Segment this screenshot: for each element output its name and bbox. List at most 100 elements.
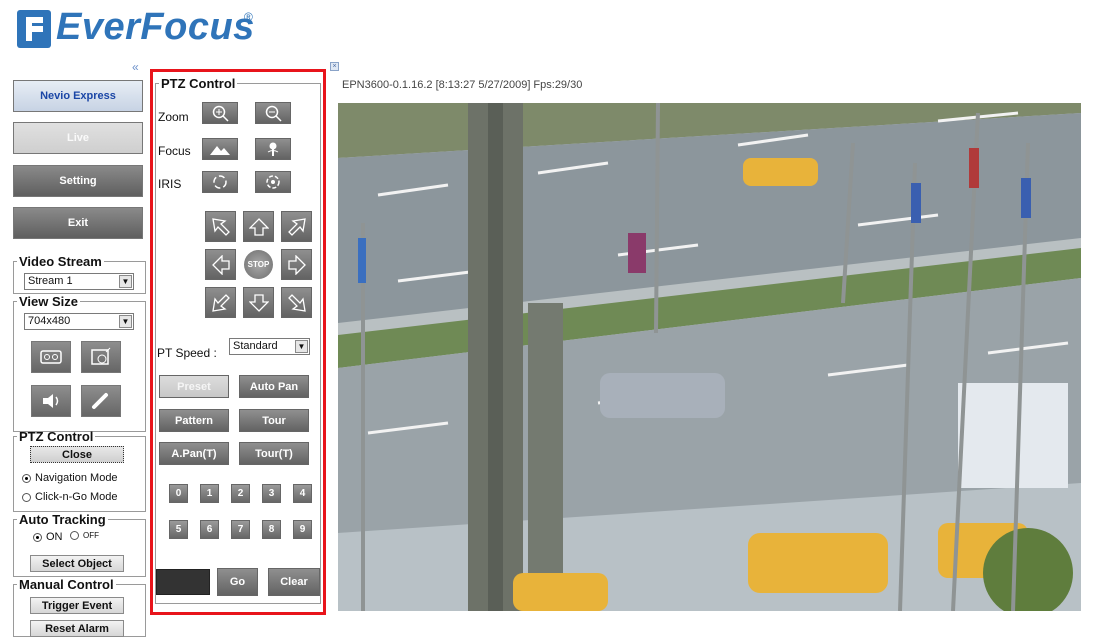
zoom-out-icon (265, 105, 282, 122)
video-stream-select[interactable]: Stream 1 ▼ (24, 273, 134, 290)
focus-far-icon (210, 146, 230, 155)
exit-button[interactable]: Exit (13, 207, 143, 239)
brand-name: EverFocus (56, 6, 255, 48)
tilt-up-button[interactable] (243, 211, 274, 242)
live-button[interactable]: Live (13, 122, 143, 154)
pan-down-left-button[interactable] (205, 287, 236, 318)
preset-number-button[interactable]: 1 (200, 484, 219, 503)
auto-tracking-on-option[interactable]: ON (33, 531, 63, 543)
arrow-right-icon (287, 254, 306, 275)
preset-number-button[interactable]: 4 (293, 484, 312, 503)
iris-close-icon (266, 175, 280, 189)
chevron-down-icon: ▼ (119, 275, 132, 288)
zoom-in-button[interactable] (202, 102, 238, 124)
microphone-button[interactable] (81, 385, 121, 417)
manual-control-legend: Manual Control (19, 577, 114, 592)
video-stream-value: Stream 1 (28, 275, 73, 287)
snapshot-icon (91, 347, 111, 365)
ptz-control-panel: PTZ Control Zoom Focus IRIS STOP PT Spee… (150, 69, 326, 615)
iris-close-button[interactable] (255, 171, 291, 193)
everfocus-logo-icon (17, 10, 51, 48)
ptz-control-legend: PTZ Control (19, 429, 94, 444)
navigation-mode-option[interactable]: Navigation Mode (22, 472, 118, 484)
arrow-up-left-icon (211, 217, 230, 236)
preset-number-button[interactable]: 0 (169, 484, 188, 503)
chevron-down-icon: ▼ (119, 315, 132, 328)
auto-tracking-on-label: ON (46, 531, 63, 543)
a-pan-t-button[interactable]: A.Pan(T) (159, 442, 229, 465)
view-size-value: 704x480 (28, 315, 71, 327)
auto-tracking-off-option[interactable]: OFF (70, 531, 99, 540)
tour-t-button[interactable]: Tour(T) (239, 442, 309, 465)
click-n-go-mode-label: Click-n-Go Mode (35, 491, 118, 503)
preset-number-button[interactable]: 6 (200, 520, 219, 539)
street-scene-image (338, 103, 1081, 611)
pan-right-button[interactable] (281, 249, 312, 280)
setting-button[interactable]: Setting (13, 165, 143, 197)
ptz-close-button[interactable]: Close (30, 446, 124, 463)
zoom-in-icon (212, 105, 229, 122)
zoom-out-button[interactable] (255, 102, 291, 124)
tour-button[interactable]: Tour (239, 409, 309, 432)
auto-tracking-legend: Auto Tracking (19, 512, 106, 527)
arrow-up-icon (248, 217, 269, 236)
arrow-down-left-icon (211, 293, 230, 312)
video-stream-legend: Video Stream (19, 254, 102, 269)
record-icon (40, 350, 62, 364)
click-n-go-mode-radio[interactable] (22, 492, 31, 502)
close-panel-icon[interactable]: × (330, 62, 339, 71)
pt-speed-select[interactable]: Standard ▼ (229, 338, 310, 355)
live-video-feed[interactable] (338, 103, 1081, 611)
arrow-down-right-icon (287, 293, 306, 312)
select-object-button[interactable]: Select Object (30, 555, 124, 572)
zoom-label: Zoom (158, 110, 189, 124)
preset-button[interactable]: Preset (159, 375, 229, 398)
navigation-mode-radio[interactable] (22, 473, 31, 483)
auto-tracking-off-label: OFF (83, 531, 99, 540)
trigger-event-button[interactable]: Trigger Event (30, 597, 124, 614)
speaker-button[interactable] (31, 385, 71, 417)
video-status-text: EPN3600-0.1.16.2 [8:13:27 5/27/2009] Fps… (342, 79, 583, 91)
preset-number-input[interactable] (156, 569, 210, 595)
reset-alarm-button[interactable]: Reset Alarm (30, 620, 124, 637)
nevio-express-button[interactable]: Nevio Express (13, 80, 143, 112)
collapse-sidebar-icon[interactable]: « (132, 60, 139, 74)
focus-near-icon (267, 142, 279, 156)
pt-speed-value: Standard (233, 340, 278, 352)
pan-up-right-button[interactable] (281, 211, 312, 242)
iris-open-button[interactable] (202, 171, 238, 193)
pan-left-button[interactable] (205, 249, 236, 280)
preset-number-button[interactable]: 2 (231, 484, 250, 503)
go-button[interactable]: Go (217, 568, 258, 596)
record-button[interactable] (31, 341, 71, 373)
stop-button[interactable]: STOP (244, 250, 273, 279)
tilt-down-button[interactable] (243, 287, 274, 318)
preset-number-button[interactable]: 5 (169, 520, 188, 539)
view-size-legend: View Size (19, 294, 79, 309)
auto-tracking-off-radio[interactable] (70, 531, 79, 540)
preset-number-button[interactable]: 3 (262, 484, 281, 503)
chevron-down-icon: ▼ (295, 340, 308, 353)
speaker-icon (43, 394, 59, 408)
iris-open-icon (213, 175, 227, 189)
preset-number-button[interactable]: 7 (231, 520, 250, 539)
iris-label: IRIS (158, 177, 182, 191)
microphone-icon (92, 393, 108, 409)
preset-number-button[interactable]: 9 (293, 520, 312, 539)
auto-tracking-on-radio[interactable] (33, 532, 42, 542)
clear-button[interactable]: Clear (268, 568, 320, 596)
click-n-go-mode-option[interactable]: Click-n-Go Mode (22, 491, 118, 503)
snapshot-button[interactable] (81, 341, 121, 373)
preset-number-button[interactable]: 8 (262, 520, 281, 539)
focus-label: Focus (158, 144, 191, 158)
pan-down-right-button[interactable] (281, 287, 312, 318)
navigation-mode-label: Navigation Mode (35, 472, 118, 484)
focus-near-button[interactable] (255, 138, 291, 160)
pan-up-left-button[interactable] (205, 211, 236, 242)
arrow-down-icon (248, 293, 269, 312)
arrow-up-right-icon (287, 217, 306, 236)
view-size-select[interactable]: 704x480 ▼ (24, 313, 134, 330)
pattern-button[interactable]: Pattern (159, 409, 229, 432)
focus-far-button[interactable] (202, 138, 238, 160)
auto-pan-button[interactable]: Auto Pan (239, 375, 309, 398)
